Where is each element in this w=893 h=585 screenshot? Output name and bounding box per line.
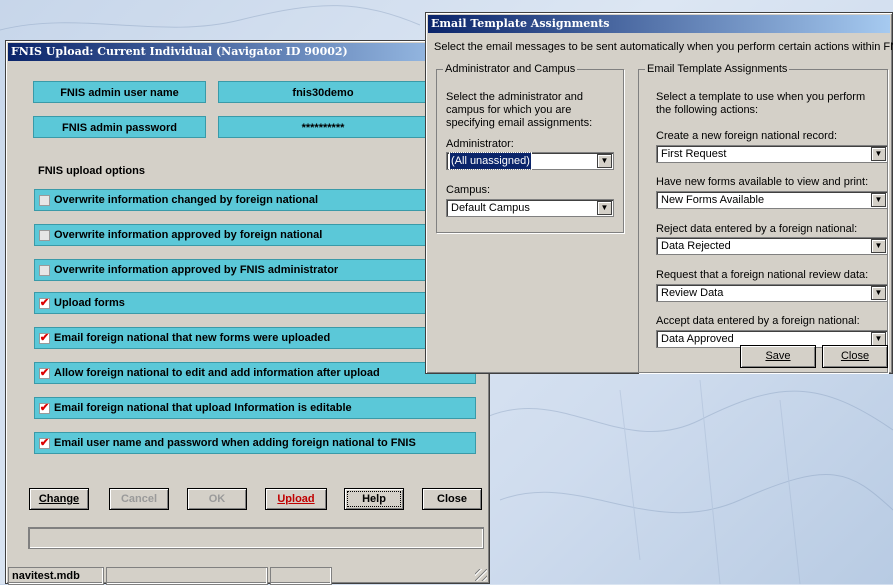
option-label: Allow foreign national to edit and add i… (54, 367, 380, 379)
option-allow-edit[interactable]: ✔ Allow foreign national to edit and add… (34, 362, 476, 384)
template-select-reject-data[interactable]: Data Rejected ▼ (656, 237, 888, 255)
checkmark-icon[interactable]: ✔ (39, 297, 50, 309)
email-window-description: Select the email messages to be sent aut… (434, 41, 893, 53)
checkbox-icon[interactable] (39, 264, 50, 276)
upload-window-title: FNIS Upload: Current Individual (Navigat… (8, 43, 487, 61)
checkmark-icon[interactable]: ✔ (39, 437, 50, 449)
dropdown-arrow-icon[interactable]: ▼ (871, 147, 886, 161)
option-label: Overwrite information approved by foreig… (54, 229, 323, 241)
admin-user-field[interactable]: fnis30demo (218, 81, 428, 103)
close-button-label: Close (437, 493, 467, 505)
admin-campus-legend: Administrator and Campus (445, 63, 576, 75)
option-overwrite-fn-changed[interactable]: Overwrite information changed by foreign… (34, 189, 476, 211)
option-label: Email foreign national that upload Infor… (54, 402, 352, 414)
dropdown-arrow-icon[interactable]: ▼ (597, 154, 612, 168)
admin-user-label: FNIS admin user name (33, 81, 206, 103)
option-overwrite-admin-approved[interactable]: Overwrite information approved by FNIS a… (34, 259, 476, 281)
upload-options-title: FNIS upload options (38, 165, 145, 177)
campus-select[interactable]: Default Campus ▼ (446, 199, 614, 217)
action-label-create-record: Create a new foreign national record: (656, 130, 837, 142)
administrator-value: (All unassigned) (449, 152, 532, 170)
option-label: Upload forms (54, 297, 125, 309)
progress-field (28, 527, 484, 549)
dropdown-arrow-icon[interactable]: ▼ (597, 201, 612, 215)
template-select-review-data[interactable]: Review Data ▼ (656, 284, 888, 302)
option-email-credentials[interactable]: ✔ Email user name and password when addi… (34, 432, 476, 454)
email-window-title: Email Template Assignments (428, 15, 890, 33)
option-label: Overwrite information approved by FNIS a… (54, 264, 339, 276)
ok-button-label: OK (208, 493, 226, 505)
close-button-label: Close (840, 350, 870, 362)
status-pane-3 (270, 567, 332, 585)
dropdown-arrow-icon[interactable]: ▼ (871, 239, 886, 253)
dropdown-arrow-icon[interactable]: ▼ (871, 332, 886, 346)
email-close-button[interactable]: Close (822, 345, 888, 368)
fnis-upload-window: FNIS Upload: Current Individual (Navigat… (5, 40, 490, 585)
email-template-window: Email Template Assignments Select the em… (425, 12, 893, 374)
status-db-file: navitest.mdb (8, 567, 104, 585)
help-button[interactable]: Help (344, 488, 404, 510)
checkmark-icon[interactable]: ✔ (39, 332, 50, 344)
admin-password-label: FNIS admin password (33, 116, 206, 138)
template-value: Data Rejected (661, 240, 731, 252)
option-overwrite-fn-approved[interactable]: Overwrite information approved by foreig… (34, 224, 476, 246)
option-label: Overwrite information changed by foreign… (54, 194, 319, 206)
action-label-review-data: Request that a foreign national review d… (656, 269, 869, 281)
template-select-new-forms[interactable]: New Forms Available ▼ (656, 191, 888, 209)
admin-password-field[interactable]: ********** (218, 116, 428, 138)
close-button[interactable]: Close (422, 488, 482, 510)
action-label-reject-data: Reject data entered by a foreign nationa… (656, 223, 858, 235)
template-assignments-legend: Email Template Assignments (647, 63, 788, 75)
admin-campus-text: Select the administrator and campus for … (446, 91, 593, 129)
checkbox-icon[interactable] (39, 194, 50, 206)
cancel-button[interactable]: Cancel (109, 488, 169, 510)
option-label: Email foreign national that new forms we… (54, 332, 331, 344)
save-button-label: Save (765, 350, 791, 362)
administrator-label: Administrator: (446, 138, 514, 150)
save-button[interactable]: Save (740, 345, 816, 368)
help-button-label: Help (362, 493, 386, 505)
action-label-accept-data: Accept data entered by a foreign nationa… (656, 315, 860, 327)
template-value: First Request (661, 148, 727, 160)
ok-button[interactable]: OK (187, 488, 247, 510)
option-email-new-forms[interactable]: ✔ Email foreign national that new forms … (34, 327, 476, 349)
dropdown-arrow-icon[interactable]: ▼ (871, 286, 886, 300)
template-value: Data Approved (661, 333, 734, 345)
action-label-new-forms: Have new forms available to view and pri… (656, 176, 869, 188)
template-value: Review Data (661, 287, 724, 299)
campus-value: Default Campus (451, 202, 530, 214)
checkmark-icon[interactable]: ✔ (39, 402, 50, 414)
administrator-select[interactable]: (All unassigned) ▼ (446, 152, 614, 170)
dropdown-arrow-icon[interactable]: ▼ (871, 193, 886, 207)
resize-grip-icon[interactable] (475, 569, 487, 581)
checkmark-icon[interactable]: ✔ (39, 367, 50, 379)
upload-button[interactable]: Upload (265, 488, 327, 510)
template-assignments-text: Select a template to use when you perfor… (656, 91, 866, 116)
cancel-button-label: Cancel (120, 493, 158, 505)
change-button[interactable]: Change (29, 488, 89, 510)
option-upload-forms[interactable]: ✔ Upload forms (34, 292, 476, 314)
option-label: Email user name and password when adding… (54, 437, 416, 449)
template-value: New Forms Available (661, 194, 765, 206)
upload-button-label: Upload (277, 493, 315, 505)
status-pane-2 (106, 567, 268, 585)
option-email-editable[interactable]: ✔ Email foreign national that upload Inf… (34, 397, 476, 419)
template-select-create-record[interactable]: First Request ▼ (656, 145, 888, 163)
change-button-label: Change (38, 493, 80, 505)
checkbox-icon[interactable] (39, 229, 50, 241)
campus-label: Campus: (446, 184, 491, 196)
